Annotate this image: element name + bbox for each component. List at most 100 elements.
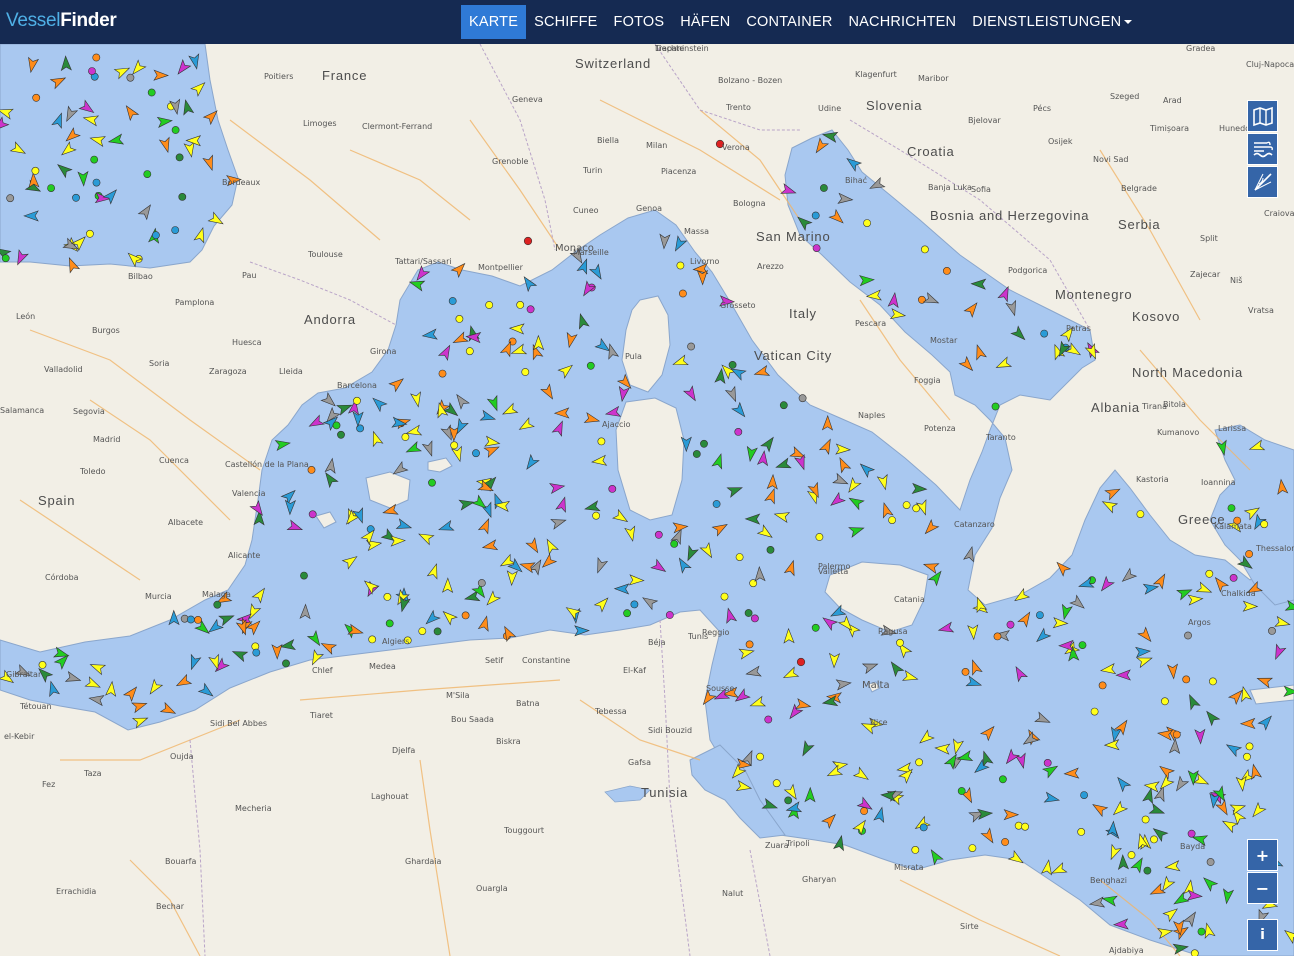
vessel-stationary[interactable] [92,178,101,187]
vessel-stationary[interactable] [332,421,341,430]
map-layers-button[interactable] [1247,100,1278,132]
vessel-stationary[interactable] [700,439,708,448]
vessel-stationary[interactable] [47,184,55,192]
vessel-stationary[interactable] [772,779,781,788]
vessel-stationary[interactable] [88,67,96,75]
vessel-stationary[interactable] [1245,550,1253,558]
map-canvas[interactable] [0,44,1294,956]
vessel-stationary[interactable] [915,758,923,767]
vessel-stationary[interactable] [171,226,180,234]
vessel-map[interactable]: France Switzerland Slovenia Croatia Bosn… [0,44,1294,956]
vessel-stationary[interactable] [798,394,807,403]
vessel-stationary[interactable] [820,184,828,192]
vessel-stationary[interactable] [401,433,410,441]
vessel-stationary[interactable] [337,430,345,439]
vessel-stationary[interactable] [811,211,820,220]
vessel-stationary[interactable] [438,369,447,378]
vessel-stationary[interactable] [1172,730,1181,739]
vessel-stationary[interactable] [745,640,754,649]
vessel-stationary[interactable] [252,648,261,657]
vessel-stationary[interactable] [687,342,695,351]
vessel-stationary[interactable] [1043,759,1052,767]
vessel-stationary[interactable] [896,638,904,647]
vessel-stationary[interactable] [194,616,202,624]
vessel-stationary[interactable] [676,261,685,270]
vessel-stationary[interactable] [418,627,427,635]
vessel-stationary[interactable] [608,484,617,493]
vessel-alert[interactable] [796,657,806,667]
vessel-stationary[interactable] [433,627,442,636]
vessel-stationary[interactable] [282,659,290,668]
vessel-stationary[interactable] [1206,858,1215,866]
vessel-stationary[interactable] [385,619,394,628]
nav-item-karte[interactable]: KARTE [461,5,527,39]
vessel-stationary[interactable] [943,266,951,275]
vessel-stationary[interactable] [961,668,970,676]
vessel-stationary[interactable] [32,93,41,102]
vessel-stationary[interactable] [38,661,47,669]
vessel-stationary[interactable] [999,775,1007,784]
vessel-stationary[interactable] [455,314,464,323]
vessel-stationary[interactable] [1077,828,1086,836]
vessel-stationary[interactable] [300,571,308,580]
vessel-stationary[interactable] [461,611,470,620]
vessel-stationary[interactable] [1260,520,1269,529]
vessel-stationary[interactable] [735,553,744,561]
vessel-stationary[interactable] [957,787,966,795]
vessel-stationary[interactable] [623,609,631,618]
vessel-stationary[interactable] [143,170,152,178]
vessel-stationary[interactable] [383,593,392,601]
vessel-stationary[interactable] [6,194,15,203]
vessel-stationary[interactable] [665,611,674,619]
vessel-stationary[interactable] [516,300,525,309]
vessel-stationary[interactable] [1268,627,1276,635]
nav-item-container[interactable]: CONTAINER [738,5,840,39]
info-button[interactable]: i [1247,919,1278,951]
vessel-stationary[interactable] [308,510,317,519]
vessel-stationary[interactable] [477,579,486,587]
vessel-stationary[interactable] [171,126,180,134]
vessel-stationary[interactable] [734,427,743,436]
vessel-stationary[interactable] [670,540,679,548]
vessel-stationary[interactable] [597,437,606,446]
vessel-stationary[interactable] [147,88,156,97]
vessel-stationary[interactable] [92,53,101,62]
vessel-stationary[interactable] [1040,329,1049,338]
zoom-out-button[interactable]: − [1247,872,1278,904]
vessel-stationary[interactable] [860,807,868,815]
vessel-stationary[interactable] [1184,631,1192,640]
vessel-stationary[interactable] [90,155,99,164]
vessel-stationary[interactable] [465,347,474,356]
vessel-stationary[interactable] [1036,611,1044,619]
nav-item-dienstleistungen[interactable]: DIENSTLEISTUNGEN [964,5,1140,39]
vessel-stationary[interactable] [175,153,184,162]
vessel-stationary[interactable] [1161,697,1169,706]
vessel-stationary[interactable] [526,305,535,314]
vessel-stationary[interactable] [812,244,821,252]
vessel-stationary[interactable] [1190,949,1199,956]
vessel-stationary[interactable] [1243,752,1251,761]
vessel-stationary[interactable] [863,219,871,227]
vessel-stationary[interactable] [86,229,94,238]
vessel-stationary[interactable] [921,245,929,254]
vessel-stationary[interactable] [1090,707,1099,716]
vessel-stationary[interactable] [1143,866,1152,875]
vessel-stationary[interactable] [902,501,911,509]
vessel-stationary[interactable] [679,289,687,298]
vessel-stationary[interactable] [779,401,788,410]
vessel-stationary[interactable] [1021,822,1029,831]
vessel-stationary[interactable] [919,823,928,832]
vessel-stationary[interactable] [1136,510,1145,518]
vessel-stationary[interactable] [428,478,436,487]
nav-item-nachrichten[interactable]: NACHRICHTEN [841,5,965,39]
nav-item-schiffe[interactable]: SCHIFFE [526,5,605,39]
vessel-stationary[interactable] [592,511,600,520]
zoom-in-button[interactable]: + [1247,839,1278,871]
vessel-stationary[interactable] [1227,504,1236,512]
vessel-stationary[interactable] [151,231,160,240]
vessel-stationary[interactable] [485,301,494,309]
vessel-stationary[interactable] [1205,569,1214,578]
vessel-stationary[interactable] [744,609,753,617]
vessel-stationary[interactable] [712,500,721,508]
vessel-stationary[interactable] [1229,574,1238,582]
